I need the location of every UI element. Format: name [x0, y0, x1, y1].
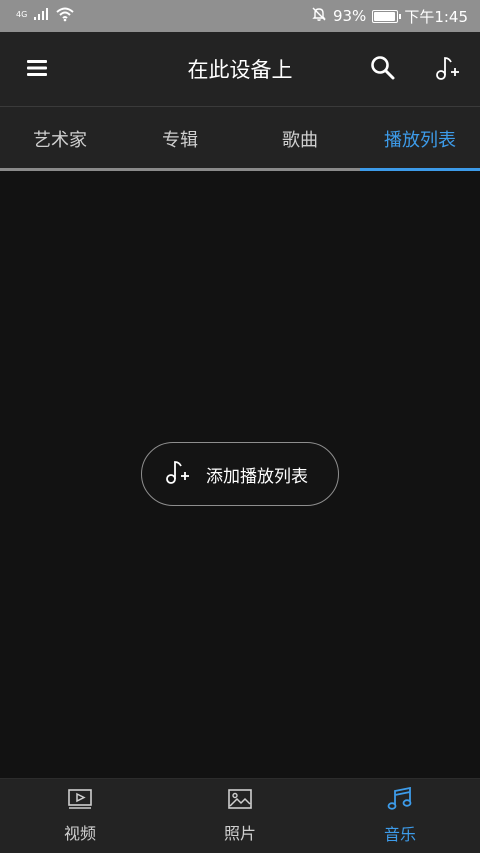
menu-icon [25, 57, 49, 83]
video-icon [67, 788, 93, 814]
search-button[interactable] [358, 32, 408, 107]
playlist-content: 添加播放列表 [0, 171, 480, 778]
status-bar: 4G 93% 下午1:45 [0, 0, 480, 32]
tab-artists[interactable]: 艺术家 [0, 107, 120, 171]
signal-icon [33, 7, 49, 25]
battery-icon [372, 9, 402, 23]
nav-label-video: 视频 [63, 824, 96, 843]
menu-button[interactable] [12, 32, 62, 107]
search-icon [370, 55, 396, 85]
nav-item-photo[interactable]: 照片 [160, 779, 320, 853]
tab-albums[interactable]: 专辑 [120, 107, 240, 171]
mute-bell-icon [311, 6, 327, 26]
tab-playlists[interactable]: 播放列表 [360, 107, 480, 171]
nav-label-photo: 照片 [223, 824, 256, 843]
battery-percent: 93% [332, 7, 367, 25]
status-left: 4G [16, 6, 75, 26]
add-music-icon [164, 459, 190, 490]
bottom-nav: 视频 照片 音乐 [0, 778, 480, 853]
tab-bar: 艺术家 专辑 歌曲 播放列表 [0, 107, 480, 171]
music-icon [387, 786, 413, 815]
photo-icon [227, 788, 253, 814]
app-bar: 在此设备上 [0, 32, 480, 107]
add-music-icon [434, 55, 460, 85]
battery-fill [374, 11, 395, 21]
page-title: 在此设备上 [187, 58, 293, 82]
add-music-button[interactable] [422, 32, 472, 107]
nav-label-music: 音乐 [383, 825, 416, 844]
nav-item-video[interactable]: 视频 [0, 779, 160, 853]
tab-songs[interactable]: 歌曲 [240, 107, 360, 171]
status-right: 93% 下午1:45 [311, 6, 468, 27]
network-type: 4G [16, 10, 28, 19]
wifi-icon [55, 6, 75, 26]
add-playlist-button[interactable]: 添加播放列表 [141, 442, 339, 506]
status-time: 下午1:45 [404, 7, 468, 26]
nav-item-music[interactable]: 音乐 [320, 779, 480, 853]
add-playlist-label: 添加播放列表 [206, 466, 308, 487]
